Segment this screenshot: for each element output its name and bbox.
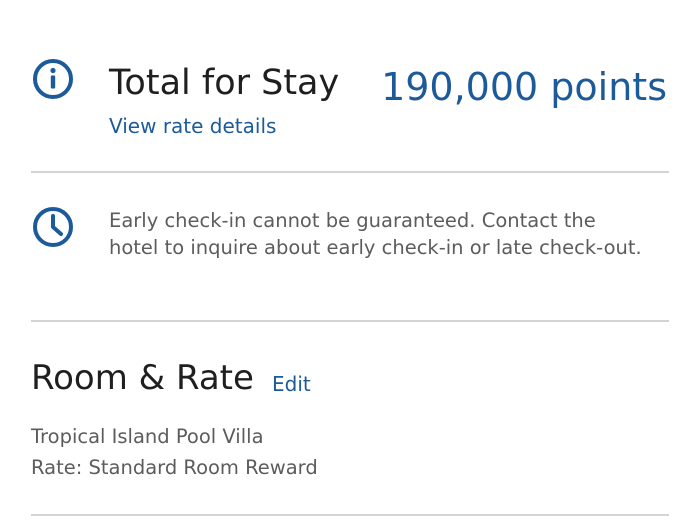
edit-room-rate-link[interactable]: Edit bbox=[272, 371, 311, 397]
divider bbox=[31, 171, 669, 173]
total-points: 190,000 points bbox=[381, 65, 667, 109]
divider bbox=[31, 320, 669, 322]
clock-icon bbox=[31, 205, 75, 249]
checkin-notice-text: Early check-in cannot be guaranteed. Con… bbox=[109, 209, 642, 259]
rate-name: Rate: Standard Room Reward bbox=[31, 456, 318, 479]
total-title: Total for Stay bbox=[109, 63, 340, 103]
room-rate-heading: Room & Rate bbox=[31, 358, 254, 398]
divider bbox=[31, 514, 669, 516]
info-icon bbox=[31, 57, 75, 101]
view-rate-details-link[interactable]: View rate details bbox=[109, 113, 276, 139]
room-name: Tropical Island Pool Villa bbox=[31, 425, 264, 448]
